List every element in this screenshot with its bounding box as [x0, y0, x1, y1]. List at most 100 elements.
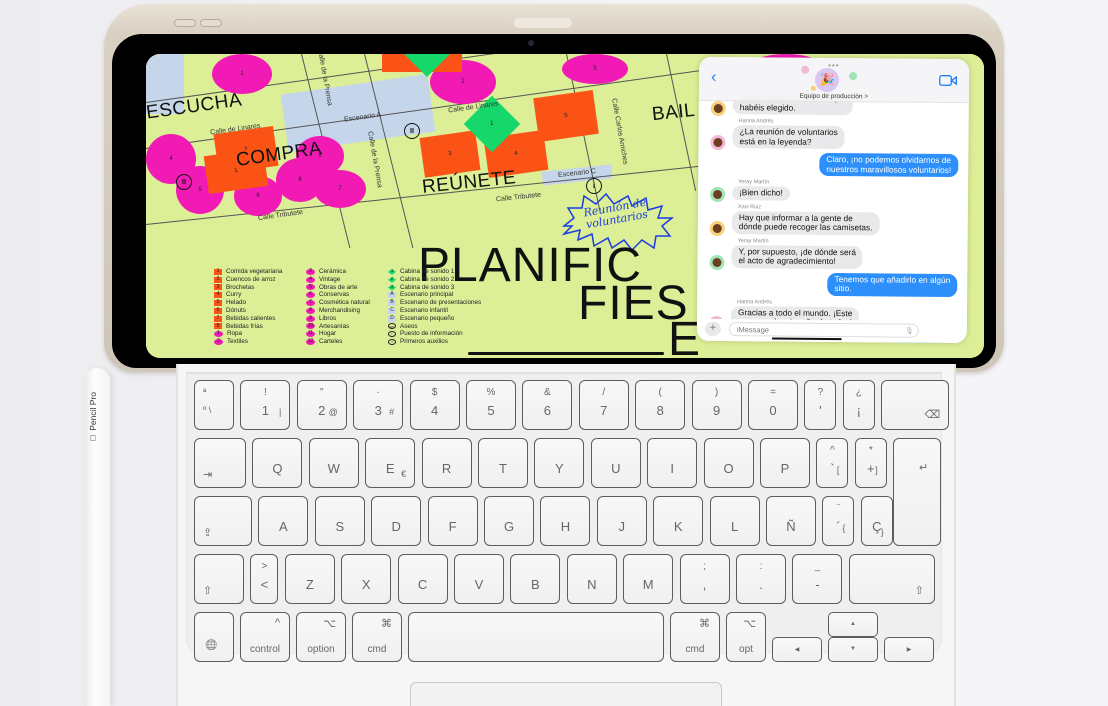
right-command-key[interactable]: ⌘ cmd [670, 612, 720, 662]
legend-item: 1 Cabina de sonido 1 [388, 268, 481, 276]
key-legend: G [503, 519, 515, 534]
key-n[interactable]: N [566, 554, 617, 604]
key-o[interactable]: O [703, 438, 754, 488]
contact-avatar[interactable] [709, 186, 726, 202]
microphone-icon[interactable]: 🎙 [905, 327, 914, 335]
key-`[interactable]: ^ `[ [816, 438, 849, 488]
legend-label: Cabina de sonido 2 [400, 275, 455, 283]
control-key[interactable]: ^ control [240, 612, 290, 662]
key-z[interactable]: Z [284, 554, 335, 604]
key-u[interactable]: U [590, 438, 641, 488]
arrow-left-key[interactable]: ◀ [772, 637, 822, 662]
party-popper-icon[interactable]: 🎉 [814, 67, 840, 93]
imessage-input[interactable] [728, 322, 919, 338]
key-legend-alt: # [389, 407, 395, 417]
legend-item: i Puesto de información [388, 330, 481, 338]
globe-key[interactable]: 🌐 [194, 612, 234, 662]
arrow-down-key[interactable]: ▼ [828, 637, 878, 662]
key-3[interactable]: · 3 # [353, 380, 404, 430]
panel-home-indicator [771, 337, 842, 341]
key-m[interactable]: M [623, 554, 674, 604]
key-legend-shift: > [261, 561, 268, 572]
key-b[interactable]: B [510, 554, 561, 604]
key-q[interactable]: Q [252, 438, 303, 488]
key-d[interactable]: D [371, 496, 422, 546]
key-legend: F [448, 519, 457, 534]
key-r[interactable]: R [421, 438, 472, 488]
key-¡[interactable]: ¿ ¡ [842, 380, 875, 430]
legend-item: 5 Obras de arte [306, 284, 370, 292]
video-camera-icon[interactable] [939, 74, 958, 86]
trackpad[interactable] [410, 682, 722, 706]
key-w[interactable]: W [308, 438, 359, 488]
key-ñ[interactable]: Ñ [766, 496, 816, 546]
arrow-up-key[interactable]: ▲ [828, 612, 878, 637]
caps-lock-key[interactable]: ⇪ [194, 496, 252, 546]
key-y[interactable]: Y [534, 438, 585, 488]
legend-item: 1 Comida vegetariana [214, 268, 282, 276]
key-legend-top: ª [203, 387, 207, 397]
key-1[interactable]: ! 1 | [240, 380, 291, 430]
key-.[interactable]: :. [736, 554, 786, 604]
tab-key[interactable]: ⇥ [194, 438, 246, 488]
option-key[interactable]: ⌥ option [296, 612, 346, 662]
key-legend-alt: ] [875, 465, 878, 475]
key-legend: ` [830, 461, 835, 476]
right-option-key[interactable]: ⌥ opt [726, 612, 766, 662]
key-f[interactable]: F [427, 496, 478, 546]
left-command-key[interactable]: ⌘ cmd [352, 612, 402, 662]
legend-label: Puesto de información [400, 330, 463, 338]
key-p[interactable]: P [760, 438, 810, 488]
key-9[interactable]: ) 9 [691, 380, 742, 430]
add-attachment-button[interactable]: + [704, 321, 721, 337]
legend-marker: 7 [306, 299, 315, 307]
pencil-label:  Pencil Pro [88, 392, 98, 443]
key-,[interactable]: ;, [679, 554, 730, 604]
key-l[interactable]: L [709, 496, 760, 546]
space-bar[interactable] [408, 612, 664, 662]
back-chevron-icon[interactable]: ‹ [711, 69, 716, 87]
key-k[interactable]: K [653, 496, 704, 546]
arrow-right-key[interactable]: ▶ [884, 637, 934, 662]
key-ç[interactable]: Ç} [860, 496, 893, 546]
message-line: sitio. [834, 283, 852, 294]
key-v[interactable]: V [454, 554, 504, 604]
legend-item: 8 Merchandising [306, 307, 370, 315]
contact-avatar[interactable] [710, 100, 726, 117]
contact-avatar[interactable] [709, 254, 725, 270]
key-s[interactable]: S [314, 496, 365, 546]
key-<[interactable]: > < [250, 554, 279, 604]
key-2[interactable]: " 2 @ [296, 380, 347, 430]
right-shift-key[interactable]: ⇧ [848, 554, 935, 604]
return-key[interactable]: ↵ [893, 438, 942, 546]
key-6[interactable]: & 6 [522, 380, 573, 430]
key-legend: 2 [318, 403, 326, 418]
key-j[interactable]: J [596, 496, 647, 546]
key-legend: D [391, 519, 401, 534]
key-4[interactable]: $4 [409, 380, 460, 430]
group-name[interactable]: Equipo de producción > [699, 92, 969, 101]
key-8[interactable]: (8 [635, 380, 686, 430]
key-t[interactable]: T [478, 438, 528, 488]
left-shift-key[interactable]: ⇧ [194, 554, 244, 604]
key-x[interactable]: X [341, 554, 392, 604]
key-7[interactable]: /7 [578, 380, 629, 430]
contact-avatar[interactable] [709, 220, 725, 236]
delete-key[interactable]: ⌫ [881, 380, 950, 430]
legend-label: Cerámica [319, 268, 346, 275]
key-0[interactable]: = 0 [748, 380, 798, 430]
key--[interactable]: _ - [792, 554, 843, 604]
key-e[interactable]: E € [365, 438, 416, 488]
key-'[interactable]: ? ' [804, 380, 837, 430]
key-c[interactable]: C [397, 554, 448, 604]
key-i[interactable]: I [647, 438, 698, 488]
key-+[interactable]: * +] [854, 438, 887, 488]
legend-marker: 11 [306, 330, 315, 338]
key-´[interactable]: ¨ ´{ [822, 496, 855, 546]
key-blank[interactable]: ª º \ [194, 380, 234, 430]
key-h[interactable]: H [540, 496, 591, 546]
key-5[interactable]: % 5 [466, 380, 516, 430]
key-a[interactable]: A [258, 496, 309, 546]
key-g[interactable]: G [484, 496, 534, 546]
contact-avatar[interactable] [710, 134, 726, 151]
